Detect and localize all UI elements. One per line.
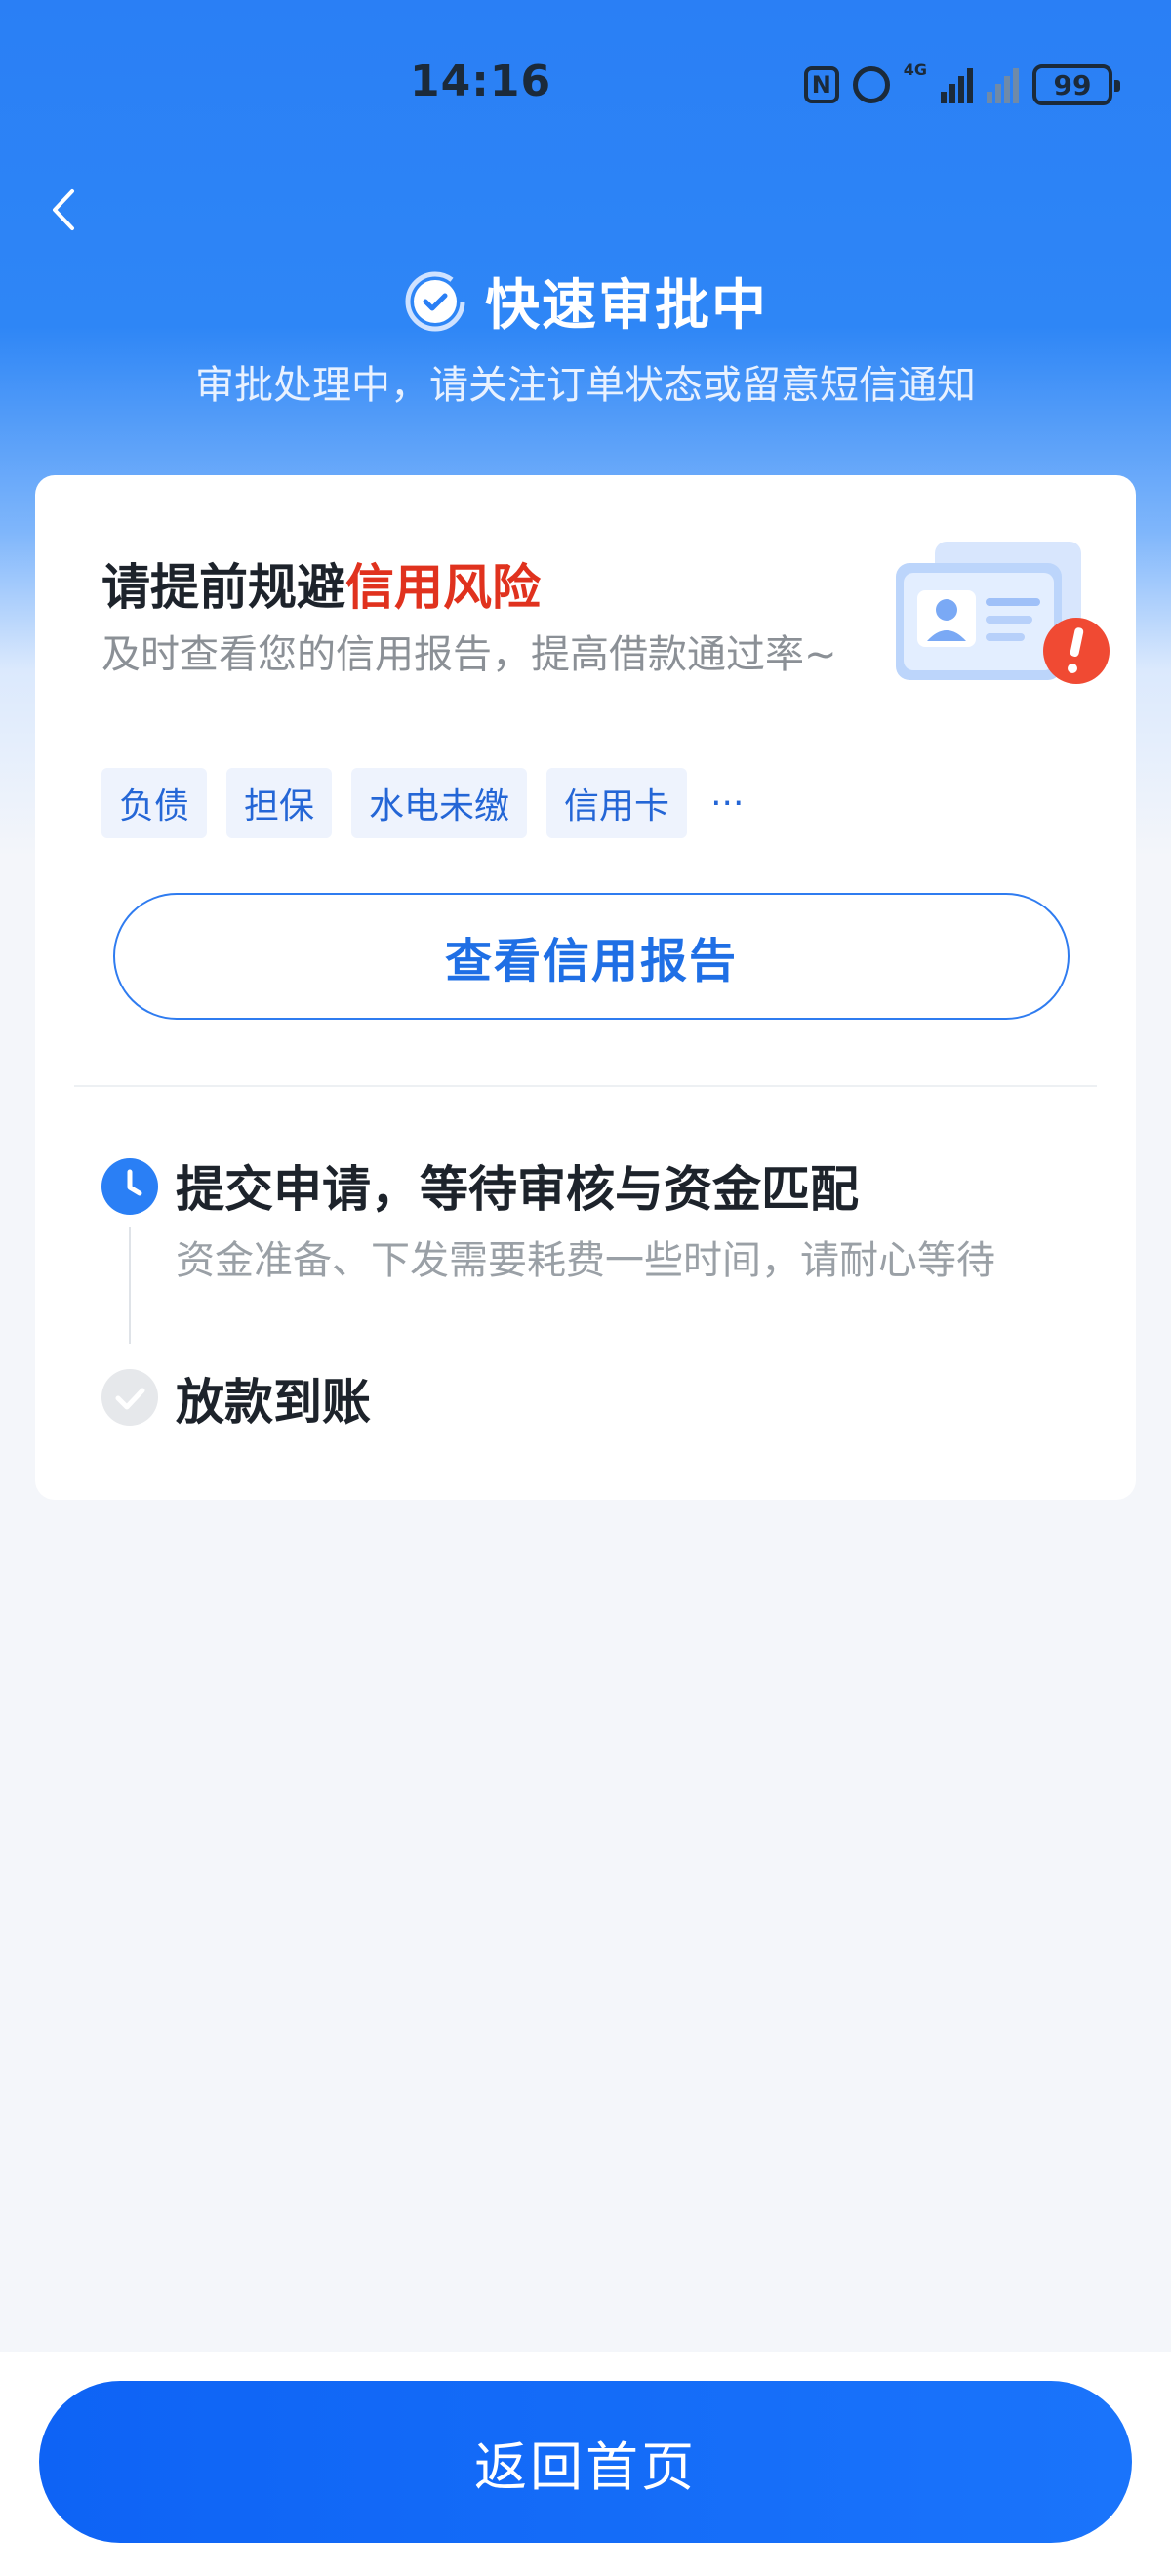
battery-icon: 99 [1032, 64, 1120, 105]
tag-debt[interactable]: 负债 [101, 768, 208, 838]
network-type-label: 4G [903, 60, 927, 79]
status-time: 14:16 [410, 57, 552, 106]
step-submit-title: 提交申请，等待审核与资金匹配 [176, 1161, 859, 1218]
tag-guarantee[interactable]: 担保 [226, 768, 333, 838]
credit-report-warning-illustration [876, 534, 1120, 700]
tag-unpaid-utilities[interactable]: 水电未缴 [351, 768, 528, 838]
risk-tags: 负债 担保 水电未缴 信用卡 ··· [101, 768, 744, 838]
page-title: 快速审批中 [485, 274, 768, 338]
clock-icon [101, 1158, 158, 1215]
status-icons: N 4G 99 [803, 60, 1120, 109]
risk-title-highlight: 信用风险 [345, 559, 541, 616]
alarm-icon [852, 66, 890, 103]
status-card: 请提前规避信用风险 及时查看您的信用报告，提高借款通过率~ 负债 担保 水电未缴… [35, 475, 1136, 1500]
check-circle-icon [101, 1369, 158, 1426]
divider [74, 1085, 1097, 1087]
status-bar: 14:16 N 4G 99 [0, 39, 1171, 127]
chevron-left-icon [53, 189, 74, 230]
step-payout-title: 放款到账 [176, 1374, 371, 1430]
step-connector-line [129, 1227, 131, 1344]
page-subtitle: 审批处理中，请关注订单状态或留意短信通知 [195, 363, 976, 408]
check-circle-icon [403, 269, 467, 334]
return-home-button[interactable]: 返回首页 [39, 2381, 1132, 2543]
signal-icon [941, 66, 973, 103]
view-credit-report-button[interactable]: 查看信用报告 [113, 893, 1070, 1020]
title-row: 快速审批中 [0, 262, 1171, 341]
nfc-icon: N [803, 66, 839, 103]
risk-description: 及时查看您的信用报告，提高借款通过率~ [101, 632, 837, 677]
step-submit-description: 资金准备、下发需要耗费一些时间，请耐心等待 [176, 1238, 995, 1283]
risk-title: 请提前规避信用风险 [101, 548, 541, 619]
back-button[interactable] [45, 185, 113, 254]
risk-title-prefix: 请提前规避 [101, 559, 345, 616]
tag-credit-card[interactable]: 信用卡 [546, 768, 688, 838]
bottom-bar: 返回首页 [0, 2352, 1171, 2576]
tags-more: ··· [710, 783, 745, 824]
battery-level: 99 [1053, 68, 1092, 101]
signal-off-icon [987, 66, 1019, 103]
